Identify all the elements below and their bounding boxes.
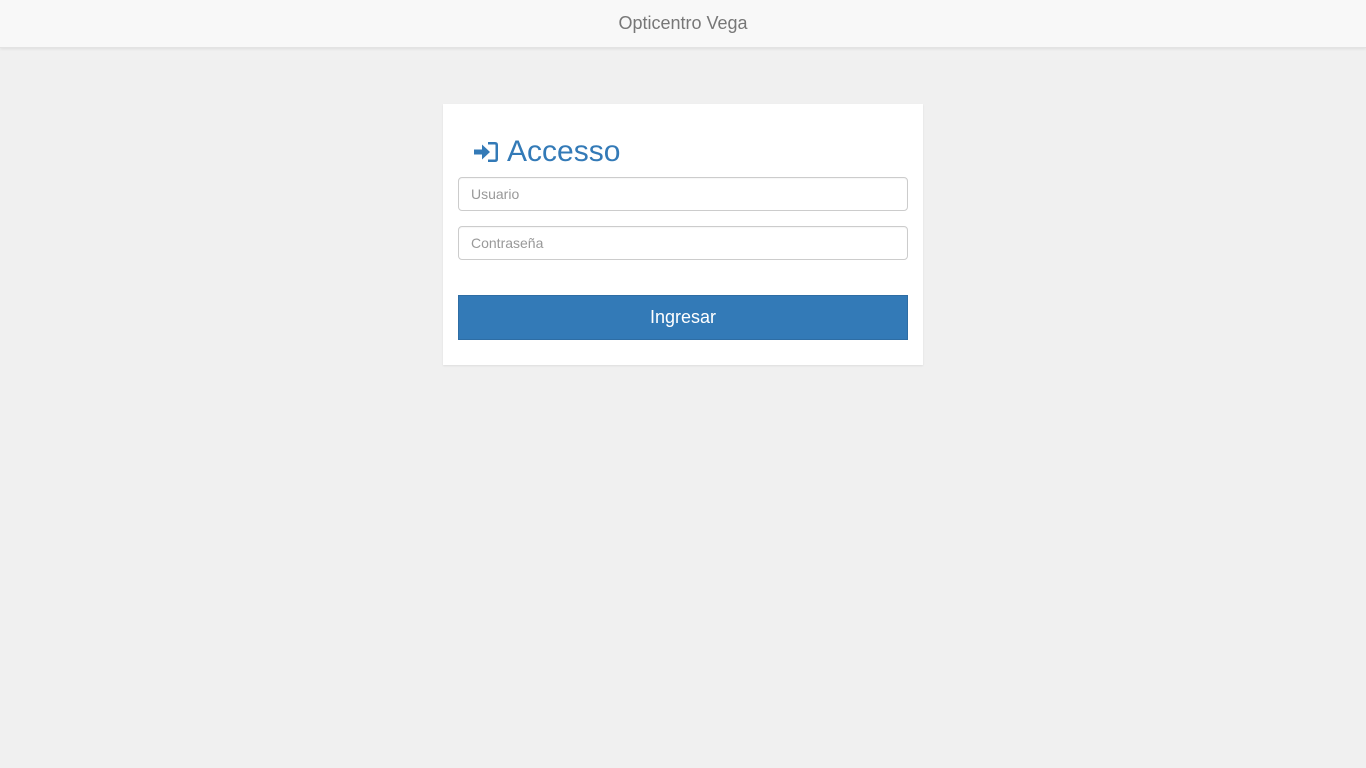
login-submit-button[interactable]: Ingresar	[458, 295, 908, 340]
navbar-brand[interactable]: Opticentro Vega	[618, 13, 747, 34]
top-navbar: Opticentro Vega	[0, 0, 1366, 48]
password-input[interactable]	[458, 226, 908, 260]
login-heading: Accesso	[473, 134, 620, 170]
username-input[interactable]	[458, 177, 908, 211]
login-panel: Accesso Ingresar	[443, 104, 923, 365]
login-title: Accesso	[507, 135, 621, 168]
sign-in-icon	[473, 139, 499, 165]
